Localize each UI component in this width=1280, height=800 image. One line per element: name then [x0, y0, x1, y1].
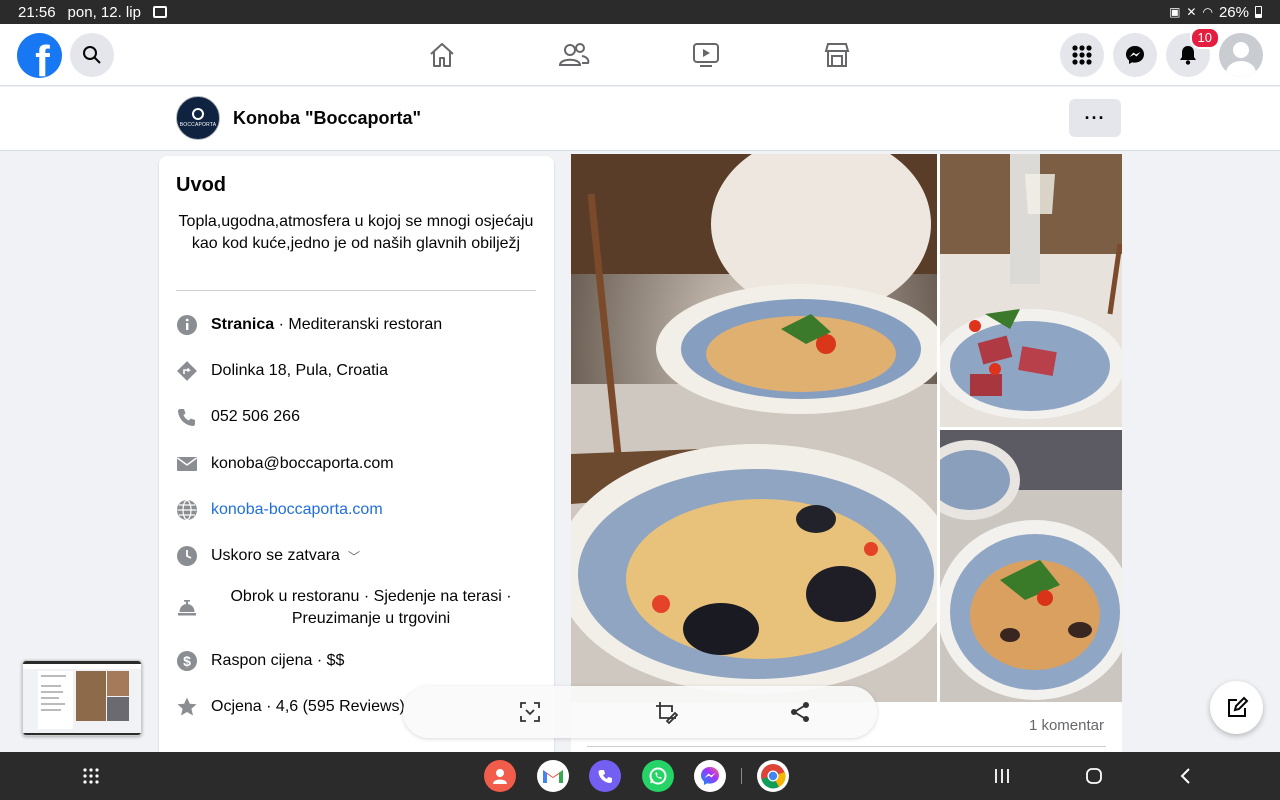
dollar-icon: $	[176, 650, 198, 672]
category-value: · Mediteranski restoran	[274, 316, 443, 333]
divider	[176, 290, 536, 291]
friends-icon	[558, 43, 590, 66]
share-capture-button[interactable]	[787, 699, 813, 725]
home-circle-icon	[1086, 768, 1102, 784]
clock-icon	[176, 545, 198, 567]
star-icon	[176, 696, 198, 718]
mute-icon: ✕	[1186, 5, 1197, 19]
directions-icon	[176, 360, 198, 382]
recents-icon	[995, 769, 1009, 783]
website-link[interactable]: konoba-boccaporta.com	[211, 501, 383, 519]
wifi-icon: ◠	[1202, 5, 1213, 19]
services-text: Obrok u restoranu · Sjedenje na terasi ·…	[230, 588, 512, 627]
crop-edit-icon	[656, 702, 678, 724]
battery-percent: 26%	[1218, 3, 1249, 21]
compose-button[interactable]	[1210, 681, 1263, 734]
viber-app-icon[interactable]	[589, 760, 621, 792]
share-icon	[791, 702, 809, 722]
profile-avatar[interactable]	[1219, 33, 1263, 77]
post-photo-main[interactable]	[571, 154, 937, 702]
info-icon	[176, 314, 198, 336]
lock-icon: ▣	[1169, 5, 1181, 19]
svg-text:$: $	[183, 653, 191, 669]
home-nav-button[interactable]	[1078, 760, 1110, 792]
price-text: Raspon cijena · $$	[211, 652, 345, 669]
post-photo-top-right[interactable]	[940, 154, 1122, 427]
recents-button[interactable]	[986, 760, 1018, 792]
phone-icon	[176, 406, 198, 428]
divider	[587, 746, 1106, 747]
phone-row[interactable]: 052 506 266	[176, 406, 546, 428]
address-row[interactable]: Dolinka 18, Pula, Croatia	[176, 360, 546, 382]
battery-icon	[1255, 6, 1262, 18]
status-time: 21:56	[18, 3, 56, 21]
messenger-icon	[1126, 46, 1144, 64]
top-navigation: f 10	[0, 24, 1280, 86]
home-icon	[430, 43, 454, 67]
grid-menu-icon	[1072, 45, 1092, 65]
marketplace-icon	[824, 43, 850, 67]
dock-separator	[741, 768, 742, 784]
gmail-app-icon[interactable]	[537, 760, 569, 792]
contacts-app-icon[interactable]	[484, 760, 516, 792]
messenger-button[interactable]	[1113, 33, 1157, 77]
address-text: Dolinka 18, Pula, Croatia	[211, 362, 388, 379]
intro-card: Uvod Topla,ugodna,atmosfera u kojoj se m…	[159, 156, 554, 766]
status-bar: 21:56 pon, 12. lip ▣ ✕ ◠ 26%	[0, 0, 1280, 24]
hours-text: Uskoro se zatvara	[211, 547, 340, 564]
messenger-app-icon[interactable]	[694, 760, 726, 792]
menu-button[interactable]	[1060, 33, 1104, 77]
scroll-capture-icon	[520, 702, 540, 722]
website-row[interactable]: konoba-boccaporta.com	[176, 499, 546, 521]
app-drawer-button[interactable]	[75, 760, 107, 792]
marketplace-tab[interactable]	[820, 38, 854, 72]
app-drawer-icon	[83, 768, 99, 784]
edit-capture-button[interactable]	[653, 699, 679, 725]
status-date: pon, 12. lip	[67, 3, 141, 21]
page-name[interactable]: Konoba "Boccaporta"	[233, 108, 421, 129]
chevron-down-icon[interactable]: ﹀	[348, 548, 360, 565]
services-row: Obrok u restoranu · Sjedenje na terasi ·…	[176, 586, 546, 630]
page-header: BOCCAPORTA Konoba "Boccaporta" ···	[0, 87, 1280, 151]
envelope-icon	[176, 453, 198, 475]
screenshot-thumbnail[interactable]	[22, 660, 142, 736]
search-icon	[83, 46, 101, 64]
back-icon	[1180, 768, 1190, 784]
category-label: Stranica	[211, 316, 275, 333]
more-options-button[interactable]: ···	[1069, 99, 1121, 137]
comments-count[interactable]: 1 komentar	[1029, 717, 1104, 734]
service-bell-icon	[176, 597, 198, 619]
scroll-capture-button[interactable]	[517, 699, 543, 725]
notification-badge: 10	[1189, 27, 1220, 49]
intro-title: Uvod	[176, 174, 226, 196]
email-text: konoba@boccaporta.com	[211, 455, 394, 472]
notifications-button[interactable]: 10	[1166, 27, 1220, 77]
compose-icon	[1227, 696, 1248, 717]
hours-row[interactable]: Uskoro se zatvara ﹀	[176, 545, 546, 567]
chrome-app-icon[interactable]	[757, 760, 789, 792]
email-row[interactable]: konoba@boccaporta.com	[176, 453, 546, 475]
system-navigation-bar	[0, 752, 1280, 800]
photo-post: 1 komentar	[571, 154, 1122, 766]
globe-icon	[176, 499, 198, 521]
price-row: $ Raspon cijena · $$	[176, 650, 546, 672]
search-button[interactable]	[70, 33, 114, 77]
facebook-logo[interactable]: f	[17, 33, 62, 78]
video-icon	[693, 43, 719, 67]
phone-text: 052 506 266	[211, 408, 300, 425]
rating-text: Ocjena · 4,6 (595 Reviews)	[211, 698, 405, 715]
whatsapp-app-icon[interactable]	[642, 760, 674, 792]
friends-tab[interactable]	[557, 38, 591, 72]
screenshot-toolbar	[403, 686, 877, 738]
category-row: Stranica · Mediteranski restoran	[176, 314, 546, 336]
watch-tab[interactable]	[689, 38, 723, 72]
home-tab[interactable]	[425, 38, 459, 72]
intro-description: Topla,ugodna,atmosfera u kojoj se mnogi …	[178, 213, 534, 252]
back-button[interactable]	[1170, 760, 1202, 792]
gallery-icon	[152, 6, 167, 18]
post-photo-bottom-right[interactable]	[940, 430, 1122, 702]
page-avatar[interactable]: BOCCAPORTA	[176, 96, 220, 140]
